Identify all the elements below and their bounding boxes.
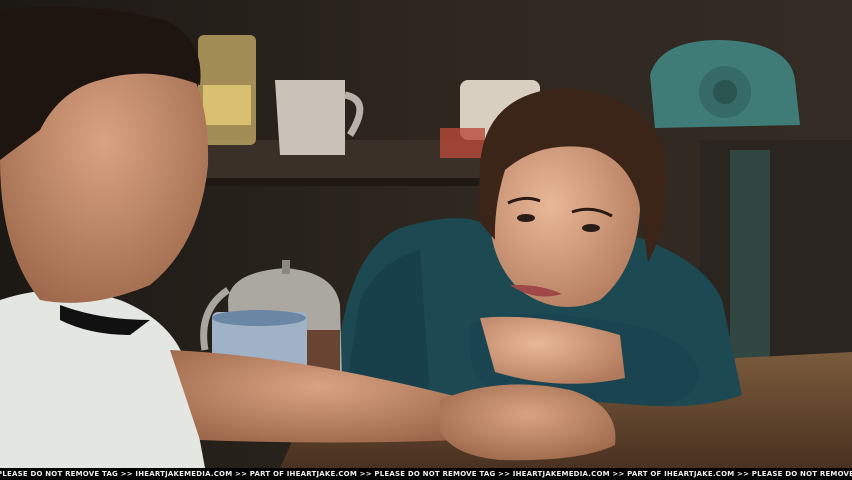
white-pitcher: [275, 80, 345, 155]
watermark-text: PLEASE DO NOT REMOVE TAG >> IHEARTJAKEME…: [0, 470, 852, 478]
photo-frame: PLEASE DO NOT REMOVE TAG >> IHEARTJAKEME…: [0, 0, 852, 480]
watermark-strip: PLEASE DO NOT REMOVE TAG >> IHEARTJAKEME…: [0, 468, 852, 480]
movie-still: [0, 0, 852, 468]
